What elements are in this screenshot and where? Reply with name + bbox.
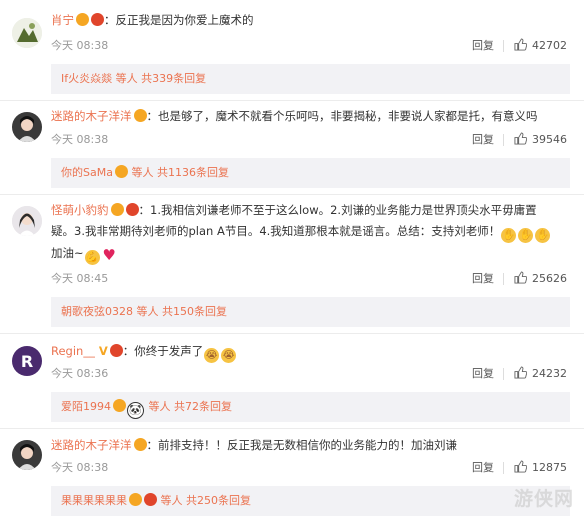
member-badge-icon — [133, 438, 147, 451]
like-count: 24232 — [532, 367, 567, 380]
thumbs-up-icon — [514, 132, 527, 145]
member-badge-icon — [76, 13, 89, 26]
divider — [503, 273, 504, 285]
username[interactable]: 肖宁 — [51, 13, 74, 27]
avatar[interactable]: R — [12, 346, 42, 376]
divider — [0, 428, 584, 429]
reply-button[interactable]: 回复 — [472, 460, 494, 476]
like-count: 25626 — [532, 272, 567, 285]
sub-reply-count[interactable]: 等人 共150条回复 — [133, 305, 227, 318]
comment-text: ：也是够了，魔术不就看个乐呵吗，非要揭秘，非要说人家都是托，有意义吗 — [146, 109, 538, 123]
sub-reply-summary[interactable]: 你的SaMa 等人 共1136条回复 — [51, 158, 570, 188]
comment-header: 肖宁 ：反正我是因为你爱上魔术的 — [51, 10, 570, 31]
like-button[interactable]: 24232 — [514, 366, 567, 382]
sub-reply-user[interactable]: 果果果果果果 — [61, 494, 127, 507]
member-badge-icon — [114, 165, 128, 178]
timestamp: 今天 08:45 — [51, 272, 109, 285]
comment-header: 迷路的木子洋洋 ：也是够了，魔术不就看个乐呵吗，非要揭秘，非要说人家都是托，有意义… — [51, 106, 570, 127]
like-button[interactable]: 42702 — [514, 38, 567, 54]
sub-reply-count[interactable]: 等人 共250条回复 — [157, 494, 251, 507]
member-badge-icon — [113, 399, 126, 412]
reply-button[interactable]: 回复 — [472, 132, 494, 148]
sub-reply-count[interactable]: 等人 共72条回复 — [145, 400, 232, 413]
fan-badge-icon — [125, 203, 139, 216]
avatar[interactable] — [12, 440, 42, 470]
clap-emoji-icon: ✋ — [501, 228, 517, 243]
username[interactable]: Regin__ — [51, 344, 95, 358]
verified-v-icon: V — [98, 344, 108, 358]
comment-text: ：反正我是因为你爱上魔术的 — [104, 13, 254, 27]
sub-reply-user[interactable]: 爱陌1994 — [61, 400, 111, 413]
svg-text:R: R — [21, 352, 33, 371]
strong-arm-emoji-icon: 💪 — [84, 250, 100, 265]
avatar[interactable] — [12, 206, 42, 236]
member-badge-icon — [133, 109, 147, 122]
fan-badge-icon — [91, 13, 104, 26]
divider — [0, 194, 584, 195]
fan-badge-icon — [109, 344, 123, 357]
fan-badge-icon — [144, 493, 157, 506]
comment-text: ：你终于发声了 — [122, 344, 204, 358]
reply-button[interactable]: 回复 — [472, 38, 494, 54]
comment-text-line-2: 疑。3.我非常期待刘老师的plan A节目。4.我知道那根本就是谣言。总结：支持… — [51, 224, 501, 238]
timestamp: 今天 08:38 — [51, 133, 109, 146]
sub-reply-summary[interactable]: 爱陌1994 🐼 等人 共72条回复 — [51, 392, 570, 422]
divider — [503, 40, 504, 52]
username[interactable]: 怪萌小豹豹 — [51, 203, 109, 217]
comment-header: Regin__ V ：你终于发声了 😭 😭 — [51, 341, 570, 363]
like-count: 12875 — [532, 461, 567, 474]
sub-reply-user[interactable]: 你的SaMa — [61, 166, 113, 179]
crying-emoji-icon: 😭 — [204, 348, 220, 363]
comment-text-line-3: 加油~ — [51, 246, 84, 260]
clap-emoji-icon: ✋ — [535, 228, 551, 243]
timestamp: 今天 08:38 — [51, 461, 109, 474]
watermark-logo: 游侠网 — [513, 488, 574, 510]
thumbs-up-icon — [514, 38, 527, 51]
divider — [0, 100, 584, 101]
thumbs-up-icon — [514, 366, 527, 379]
sub-reply-user[interactable]: 朝歌夜弦0328 — [61, 305, 133, 318]
like-button[interactable]: 39546 — [514, 132, 567, 148]
divider — [503, 462, 504, 474]
username[interactable]: 迷路的木子洋洋 — [51, 109, 132, 123]
sub-reply-count[interactable]: 等人 共339条回复 — [112, 72, 207, 85]
comment-text: ：前排支持！！反正我是无数相信你的业务能力的！加油刘谦 — [146, 438, 458, 452]
thumbs-up-icon — [514, 271, 527, 284]
like-count: 42702 — [532, 39, 567, 52]
sub-reply-summary[interactable]: 朝歌夜弦0328 等人 共150条回复 — [51, 297, 570, 327]
avatar[interactable] — [12, 112, 42, 142]
comment-header: 迷路的木子洋洋 ：前排支持！！反正我是无数相信你的业务能力的！加油刘谦 — [51, 435, 570, 456]
divider — [0, 333, 584, 334]
heart-emoji-icon: ♥ — [102, 246, 116, 264]
sub-reply-user[interactable]: If火炎焱燚 — [61, 72, 112, 85]
reply-button[interactable]: 回复 — [472, 271, 494, 287]
thumbs-up-icon — [514, 460, 527, 473]
like-count: 39546 — [532, 133, 567, 146]
sub-reply-summary[interactable]: 果果果果果果 等人 共250条回复 — [51, 486, 570, 516]
member-badge-icon — [110, 203, 124, 216]
like-button[interactable]: 25626 — [514, 271, 567, 287]
timestamp: 今天 08:36 — [51, 367, 109, 380]
username[interactable]: 迷路的木子洋洋 — [51, 438, 132, 452]
like-button[interactable]: 12875 — [514, 460, 567, 476]
sub-reply-count[interactable]: 等人 共1136条回复 — [128, 166, 229, 179]
divider — [503, 134, 504, 146]
comment-body: 怪萌小豹豹 ：1.我相信刘谦老师不至于这么low。2.刘谦的业务能力是世界顶尖水平… — [51, 200, 564, 265]
sub-reply-summary[interactable]: If火炎焱燚 等人 共339条回复 — [51, 64, 570, 94]
clap-emoji-icon: ✋ — [518, 228, 534, 243]
divider — [503, 368, 504, 380]
reply-button[interactable]: 回复 — [472, 366, 494, 382]
comment-text-line-1: ：1.我相信刘谦老师不至于这么low。2.刘谦的业务能力是世界顶尖水平毋庸置 — [138, 203, 537, 217]
timestamp: 今天 08:38 — [51, 39, 109, 52]
avatar[interactable] — [12, 18, 42, 48]
member-badge-icon — [129, 493, 142, 506]
panda-icon: 🐼 — [127, 402, 144, 419]
crying-emoji-icon: 😭 — [221, 348, 237, 363]
